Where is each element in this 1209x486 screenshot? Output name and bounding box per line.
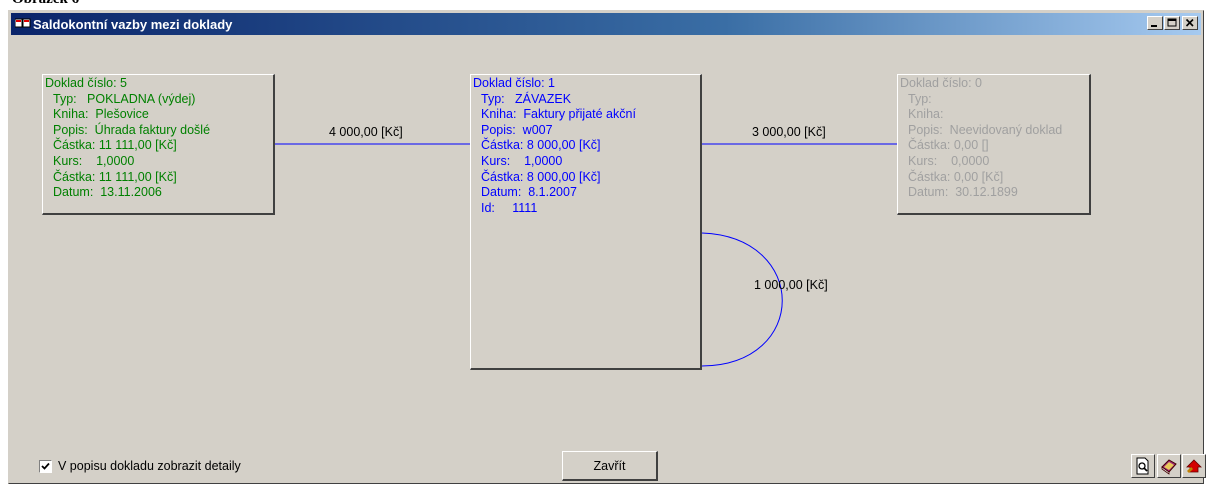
doc-line: Doklad číslo: 0 bbox=[900, 76, 982, 90]
doc-line: Popis: Úhrada faktury došlé bbox=[53, 122, 211, 137]
doc-line: Kurs: 1,0000 bbox=[53, 153, 135, 168]
document-box-center[interactable]: Doklad číslo: 1 Typ: ZÁVAZEK Kniha: Fakt… bbox=[470, 74, 702, 370]
figure-caption: Obrázek 6 bbox=[12, 0, 79, 9]
print-preview-button[interactable] bbox=[1131, 454, 1155, 478]
minimize-icon bbox=[1151, 25, 1157, 27]
doc-line: Datum: 30.12.1899 bbox=[908, 185, 1018, 200]
doc-line: Kniha: bbox=[908, 107, 944, 122]
checkmark-icon bbox=[41, 462, 50, 470]
doc-line: Id: 1111 bbox=[481, 200, 538, 215]
doc-line: Částka: 0,00 [Kč] bbox=[908, 169, 1004, 184]
doc-line: Kurs: 0,0000 bbox=[908, 153, 990, 168]
dialog-window: Saldokontní vazby mezi doklady Doklad čí… bbox=[8, 10, 1206, 484]
link-amount-right: 3 000,00 [Kč] bbox=[752, 125, 826, 139]
doc-line: Typ: ZÁVAZEK bbox=[481, 91, 572, 106]
close-window-button[interactable] bbox=[1182, 16, 1198, 30]
doc-line: Kniha: Faktury přijaté akční bbox=[481, 107, 636, 122]
details-checkbox-label: V popisu dokladu zobrazit detaily bbox=[58, 459, 241, 473]
print-preview-icon bbox=[1136, 457, 1149, 475]
doc-line: Datum: 8.1.2007 bbox=[481, 185, 577, 200]
title-bar[interactable]: Saldokontní vazby mezi doklady bbox=[11, 13, 1201, 35]
doc-line: Částka: 11 111,00 [Kč] bbox=[53, 138, 177, 153]
link-line-self bbox=[701, 232, 783, 367]
doc-line: Částka: 11 111,00 [Kč] bbox=[53, 169, 177, 184]
book-icon bbox=[1161, 459, 1177, 475]
app-icon bbox=[14, 17, 31, 31]
window-title: Saldokontní vazby mezi doklady bbox=[33, 17, 233, 32]
details-option[interactable]: V popisu dokladu zobrazit detaily bbox=[39, 458, 241, 474]
book-button[interactable] bbox=[1157, 454, 1181, 478]
link-amount-self: 1 000,00 [Kč] bbox=[754, 278, 828, 292]
link-amount-left: 4 000,00 [Kč] bbox=[329, 125, 403, 139]
doc-line: Doklad číslo: 5 bbox=[45, 76, 127, 90]
details-checkbox[interactable] bbox=[39, 459, 52, 473]
doc-line: Doklad číslo: 1 bbox=[473, 76, 555, 90]
doc-line: Popis: Neevidovaný doklad bbox=[908, 122, 1063, 137]
maximize-button[interactable] bbox=[1164, 16, 1180, 30]
minimize-button[interactable] bbox=[1147, 16, 1163, 30]
document-box-right[interactable]: Doklad číslo: 0 Typ: Kniha: Popis: Neevi… bbox=[897, 74, 1091, 215]
link-diagram: Doklad číslo: 5 Typ: POKLADNA (výdej) Kn… bbox=[9, 37, 1203, 483]
doc-line: Typ: bbox=[908, 91, 932, 106]
maximize-icon bbox=[1167, 18, 1177, 27]
close-button[interactable]: Zavřít bbox=[562, 451, 658, 481]
doc-line: Typ: POKLADNA (výdej) bbox=[53, 91, 196, 106]
doc-line: Kurs: 1,0000 bbox=[481, 153, 563, 168]
doc-line: Částka: 0,00 [] bbox=[908, 138, 989, 153]
doc-line: Kniha: Plešovice bbox=[53, 107, 149, 122]
close-icon bbox=[1185, 18, 1194, 27]
doc-line: Částka: 8 000,00 [Kč] bbox=[481, 138, 601, 153]
doc-line: Popis: w007 bbox=[481, 122, 553, 137]
exit-button[interactable] bbox=[1182, 454, 1206, 478]
document-box-left[interactable]: Doklad číslo: 5 Typ: POKLADNA (výdej) Kn… bbox=[42, 74, 275, 215]
doc-line: Částka: 8 000,00 [Kč] bbox=[481, 169, 601, 184]
doc-line: Datum: 13.11.2006 bbox=[53, 185, 162, 200]
exit-icon bbox=[1186, 459, 1202, 473]
